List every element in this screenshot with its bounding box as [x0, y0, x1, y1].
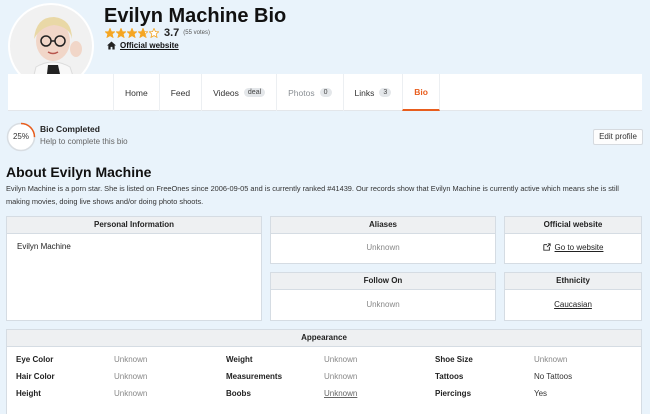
tab-bio[interactable]: Bio	[402, 74, 440, 111]
go-to-website-link[interactable]: Go to website	[505, 234, 641, 252]
shoe-size-value: Unknown	[534, 355, 568, 364]
official-website-link[interactable]: Official website	[120, 41, 179, 50]
card-body: Evilyn Machine	[7, 234, 261, 259]
aliases-value: Unknown	[366, 243, 400, 252]
rating: 3.7 (55 votes)	[105, 27, 210, 39]
piercings-label: Piercings	[435, 389, 472, 398]
about-text: Evilyn Machine is a porn star. She is li…	[6, 184, 619, 206]
tattoos-value: No Tattoos	[534, 372, 573, 381]
tab-feed[interactable]: Feed	[158, 74, 201, 111]
card-title: Ethnicity	[505, 273, 641, 290]
tab-links[interactable]: Links 3	[342, 74, 403, 111]
tab-bar: Home Feed Videos deal Photos 0 Links 3 Bio	[8, 74, 642, 111]
shoe-size-label: Shoe Size	[435, 355, 473, 364]
official-website-card: Official website Go to website	[504, 216, 642, 264]
personal-name: Evilyn Machine	[17, 242, 71, 251]
bio-status-subtitle: Help to complete this bio	[40, 137, 128, 146]
hair-color-label: Hair Color	[16, 372, 55, 381]
star-icon[interactable]	[127, 28, 137, 38]
count-badge: 0	[319, 88, 332, 97]
deal-badge: deal	[243, 88, 266, 97]
count-badge: 3	[379, 88, 392, 97]
hair-color-value: Unknown	[114, 372, 148, 381]
rating-stars[interactable]	[105, 28, 160, 38]
tab-label: Photos	[288, 87, 315, 98]
personal-info-card: Personal Information Evilyn Machine	[6, 216, 262, 321]
star-icon[interactable]	[138, 28, 148, 38]
tattoos-label: Tattoos	[435, 372, 464, 381]
weight-value: Unknown	[324, 355, 358, 364]
ethnicity-value[interactable]: Caucasian	[505, 290, 641, 309]
star-icon[interactable]	[149, 28, 159, 38]
measurements-value: Unknown	[324, 372, 358, 381]
rating-value: 3.7	[164, 27, 180, 39]
bio-status-title: Bio Completed	[40, 124, 100, 134]
home-icon	[107, 41, 116, 50]
follow-on-value: Unknown	[366, 300, 400, 309]
star-icon[interactable]	[105, 28, 115, 38]
piercings-value: Yes	[534, 389, 548, 398]
tab-label: Feed	[170, 87, 191, 98]
official-website[interactable]: Official website	[107, 41, 179, 50]
card-title: Personal Information	[7, 217, 261, 234]
edit-profile-button[interactable]: Edit profile	[593, 129, 643, 145]
height-label: Height	[16, 389, 41, 398]
ethnicity-card: Ethnicity Caucasian	[504, 272, 642, 321]
star-icon[interactable]	[116, 28, 126, 38]
boobs-value[interactable]: Unknown	[324, 389, 357, 398]
ethnicity-link[interactable]: Caucasian	[554, 300, 592, 309]
go-to-website-label: Go to website	[554, 243, 604, 252]
tabs: Home Feed Videos deal Photos 0 Links 3 Bio	[113, 74, 440, 111]
height-value: Unknown	[114, 389, 148, 398]
tab-label: Bio	[414, 86, 428, 97]
boobs-label: Boobs	[226, 389, 251, 398]
tab-label: Home	[125, 87, 148, 98]
bio-percent: 25%	[12, 132, 29, 141]
tab-videos[interactable]: Videos deal	[201, 74, 276, 111]
card-title: Aliases	[271, 217, 495, 234]
external-link-icon	[542, 243, 551, 251]
card-title: Follow On	[271, 273, 495, 290]
weight-label: Weight	[226, 355, 253, 364]
aliases-card: Aliases Unknown	[270, 216, 496, 264]
profile-header: Evilyn Machine Bio 3.7 (55 votes) Offici…	[0, 0, 650, 111]
card-title: Appearance	[7, 330, 641, 347]
card-title: Official website	[505, 217, 641, 234]
vote-count: (55 votes)	[183, 30, 210, 36]
eye-color-label: Eye Color	[16, 355, 54, 364]
measurements-label: Measurements	[226, 372, 283, 381]
tab-home[interactable]: Home	[113, 74, 159, 111]
page-title: Evilyn Machine Bio	[104, 5, 287, 27]
eye-color-value: Unknown	[114, 355, 148, 364]
tab-photos[interactable]: Photos 0	[276, 74, 342, 111]
about-heading: About Evilyn Machine	[6, 164, 152, 180]
follow-on-card: Follow On Unknown	[270, 272, 496, 321]
tab-label: Videos	[213, 87, 239, 98]
tab-label: Links	[354, 87, 375, 98]
